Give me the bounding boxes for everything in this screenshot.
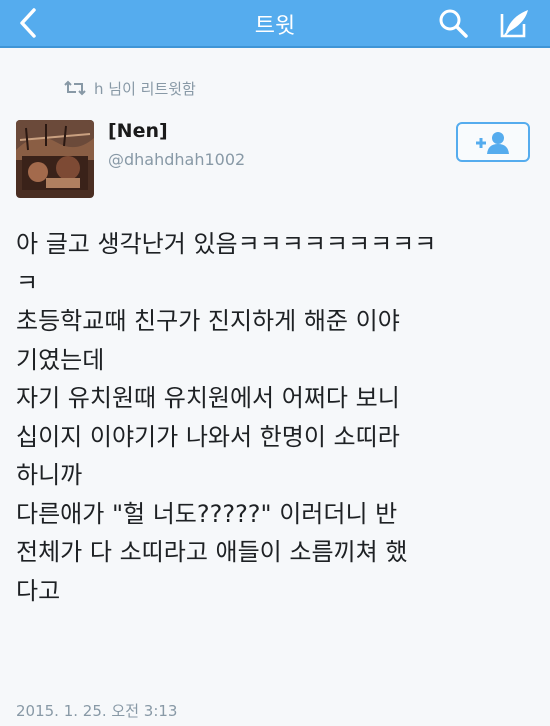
tweet-line: 초등학교때 친구가 진지하게 해준 이야 [16,307,400,335]
tweet-line: 다고 [16,576,61,605]
tweet-line: 아 글고 생각난거 있음ㅋㅋㅋㅋㅋㅋㅋㅋㅋ [16,230,437,258]
tweet-body: 아 글고 생각난거 있음ㅋㅋㅋㅋㅋㅋㅋㅋㅋ ㅋ 초등학교때 친구가 진지하게 해… [16,225,536,610]
tweet-line: 다른애가 "헐 너도?????" 이러더니 반 [16,499,398,528]
tweet-line: 기였는데 [16,345,105,374]
tweet-line: 전체가 다 소띠라고 애들이 소름끼쳐 했 [16,538,408,566]
top-bar: 트윗 [0,0,550,46]
tweet-timestamp: 2015. 1. 25. 오전 3:13 [16,702,178,720]
avatar[interactable] [16,120,94,198]
author-name[interactable]: [Nen] [108,120,168,142]
author-handle[interactable]: @dhahdhah1002 [108,150,245,169]
avatar-image [16,120,94,198]
tweet-line: 자기 유치원때 유치원에서 어쩌다 보니 [16,384,400,412]
retweet-icon [64,80,86,96]
tweet-line: 십이지 이야기가 나와서 한명이 소띠라 [16,422,400,451]
compose-icon [500,10,528,38]
search-icon [439,9,468,38]
follow-button[interactable] [456,122,530,162]
top-bar-border [0,46,550,48]
tweet-line: ㅋ [16,268,39,297]
compose-button[interactable] [496,6,532,40]
search-button[interactable] [436,6,470,40]
follow-user-icon [476,132,509,154]
retweet-text: h 님이 리트윗함 [94,80,196,98]
tweet-line: 하니까 [16,461,83,489]
